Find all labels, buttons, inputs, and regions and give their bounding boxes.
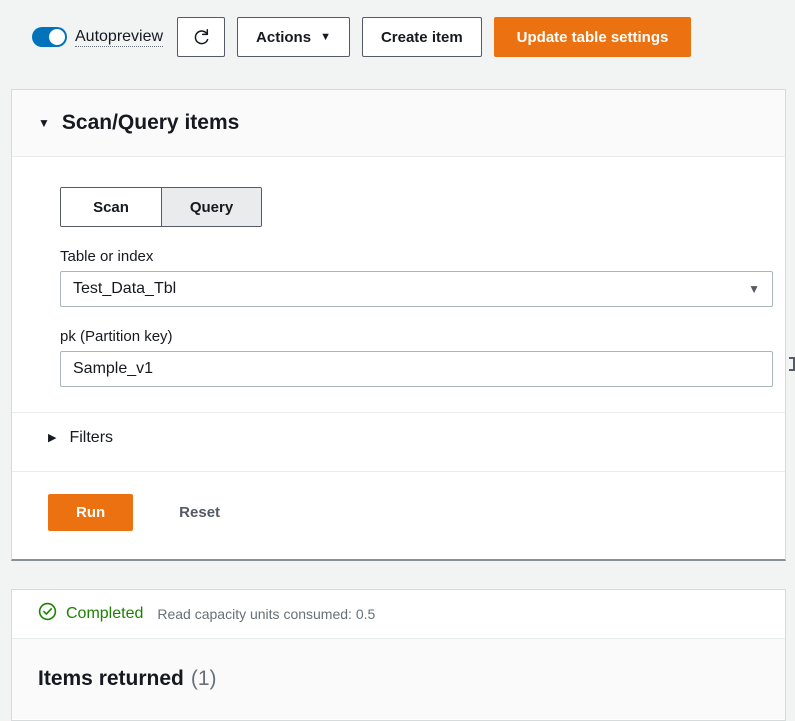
toggle-knob xyxy=(49,29,65,45)
tab-query[interactable]: Query xyxy=(161,188,261,226)
actions-dropdown-button[interactable]: Actions ▼ xyxy=(237,17,350,57)
actions-button-label: Actions xyxy=(256,28,312,46)
filters-label[interactable]: Filters xyxy=(69,429,113,447)
autopreview-control[interactable]: Autopreview xyxy=(32,27,164,47)
table-or-index-select[interactable]: Test_Data_Tbl ▼ xyxy=(60,271,773,307)
reset-button[interactable]: Reset xyxy=(173,503,226,522)
chevron-down-icon: ▼ xyxy=(748,282,760,296)
scan-query-panel: ▼ Scan/Query items Scan Query Table or i… xyxy=(11,89,786,561)
scan-query-mode-tabs: Scan Query xyxy=(60,187,262,227)
table-actions-toolbar: Autopreview Actions ▼ Create item Update… xyxy=(11,0,785,74)
run-actions-row: Run Reset xyxy=(48,472,762,531)
scan-query-form: Scan Query Table or index Test_Data_Tbl … xyxy=(12,157,785,531)
tab-scan[interactable]: Scan xyxy=(61,188,161,226)
page-title: Scan/Query items xyxy=(61,111,240,134)
filters-expander[interactable]: ▶ Filters xyxy=(48,413,762,447)
autopreview-label: Autopreview xyxy=(75,28,164,47)
table-or-index-field: Table or index Test_Data_Tbl ▼ xyxy=(60,248,773,307)
update-table-settings-button[interactable]: Update table settings xyxy=(493,17,692,57)
chevron-down-icon[interactable]: ▼ xyxy=(38,117,50,129)
partition-key-label: pk (Partition key) xyxy=(60,328,173,345)
partition-key-field: pk (Partition key) Sample_v1 xyxy=(60,328,773,387)
refresh-icon xyxy=(192,28,211,47)
results-panel: Completed Read capacity units consumed: … xyxy=(11,589,786,721)
autopreview-toggle[interactable] xyxy=(32,27,67,47)
check-circle-icon xyxy=(38,602,57,626)
table-or-index-value: Test_Data_Tbl xyxy=(73,280,177,297)
query-status-row: Completed Read capacity units consumed: … xyxy=(12,590,785,639)
scan-query-panel-header[interactable]: ▼ Scan/Query items xyxy=(12,90,785,157)
table-or-index-label: Table or index xyxy=(60,248,154,265)
chevron-down-icon: ▼ xyxy=(320,30,331,43)
read-capacity-text: Read capacity units consumed: 0.5 xyxy=(157,606,376,622)
chevron-right-icon[interactable]: ▶ xyxy=(48,432,56,444)
refresh-button[interactable] xyxy=(177,17,226,57)
partition-key-value: Sample_v1 xyxy=(73,360,154,377)
items-returned-label: Items returned xyxy=(38,667,184,690)
status-badge: Completed xyxy=(66,605,144,622)
partition-key-input[interactable]: Sample_v1 xyxy=(60,351,773,387)
run-button[interactable]: Run xyxy=(48,494,134,531)
items-returned-count: (1) xyxy=(190,667,217,690)
create-item-button[interactable]: Create item xyxy=(361,17,482,57)
clipped-edge-artifact xyxy=(789,357,795,371)
items-returned-header: Items returned (1) xyxy=(12,639,785,719)
